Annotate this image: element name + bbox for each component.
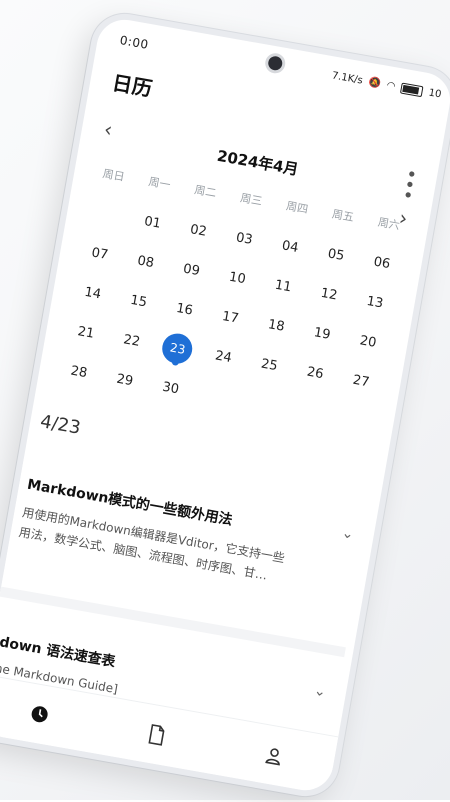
day-number: 30 <box>161 379 181 397</box>
weekday-label: 周日 <box>101 167 126 184</box>
selected-date-heading: 4/23 <box>38 411 83 439</box>
day-number: 19 <box>312 324 332 343</box>
day-number: 07 <box>90 244 110 263</box>
document-icon[interactable] <box>141 719 173 751</box>
day-number: 03 <box>234 229 254 248</box>
status-icons: 7.1K/s 🔕 ◠ 10 <box>331 70 442 100</box>
day-number: 26 <box>305 364 325 382</box>
day-number: 11 <box>273 277 293 295</box>
status-time: 0:00 <box>118 33 150 52</box>
front-camera <box>267 55 284 72</box>
expand-chevron-icon[interactable]: ⌄ <box>341 525 355 543</box>
weekday-label: 周五 <box>330 207 355 225</box>
day-number: 08 <box>136 252 156 271</box>
calendar-clock-icon[interactable] <box>23 698 55 730</box>
day-number: 16 <box>175 300 195 319</box>
day-grid: 01 02 03 04 05 06 07 08 09 10 11 12 13 14 15 16 17 18 19 20… <box>53 191 409 445</box>
day-number: 02 <box>189 221 208 240</box>
wifi-icon: ◠ <box>385 80 397 93</box>
day-number: 13 <box>365 293 385 312</box>
day-number: 20 <box>358 332 378 351</box>
day-number: 06 <box>372 254 392 272</box>
day-number: 12 <box>319 285 339 303</box>
empty-day-cell <box>282 389 335 436</box>
weekday-label: 周三 <box>239 191 264 208</box>
weekday-label: 周四 <box>285 199 310 217</box>
empty-day-cell <box>328 397 381 444</box>
page-title: 日历 <box>110 70 154 102</box>
event-dot <box>171 357 180 367</box>
day-number: 09 <box>182 261 201 279</box>
day-cell[interactable]: 28 <box>53 348 106 395</box>
day-cell[interactable]: 29 <box>98 356 151 403</box>
day-number: 15 <box>129 292 149 310</box>
expand-chevron-icon[interactable]: ⌄ <box>313 683 327 701</box>
day-cell[interactable]: 30 <box>144 364 197 411</box>
network-speed: 7.1K/s <box>331 70 364 87</box>
day-number: 01 <box>143 213 163 232</box>
day-number: 29 <box>115 371 135 389</box>
calendar: ‹ 2024年4月 ••• › 周日 周一 周二 周三 周四 周五 周六 01 0… <box>48 110 429 436</box>
profile-icon[interactable] <box>258 739 290 771</box>
day-number: 17 <box>220 308 240 327</box>
weekday-label: 周一 <box>147 175 172 192</box>
day-number: 18 <box>266 316 286 335</box>
day-number: 28 <box>69 363 89 381</box>
empty-day-cell <box>236 380 289 427</box>
day-number: 21 <box>76 323 96 342</box>
empty-day-cell <box>190 372 243 419</box>
day-number: 10 <box>227 269 247 287</box>
day-number: 25 <box>259 356 279 374</box>
day-number: 05 <box>326 245 346 264</box>
day-number: 04 <box>280 237 300 256</box>
battery-level: 10 <box>427 87 443 101</box>
mute-icon: 🔕 <box>367 76 382 90</box>
battery-icon <box>400 82 424 98</box>
day-number: 22 <box>122 331 142 350</box>
day-number: 27 <box>351 372 371 390</box>
day-number: 24 <box>214 347 233 366</box>
day-number: 14 <box>83 284 103 302</box>
weekday-label: 周二 <box>193 183 218 200</box>
